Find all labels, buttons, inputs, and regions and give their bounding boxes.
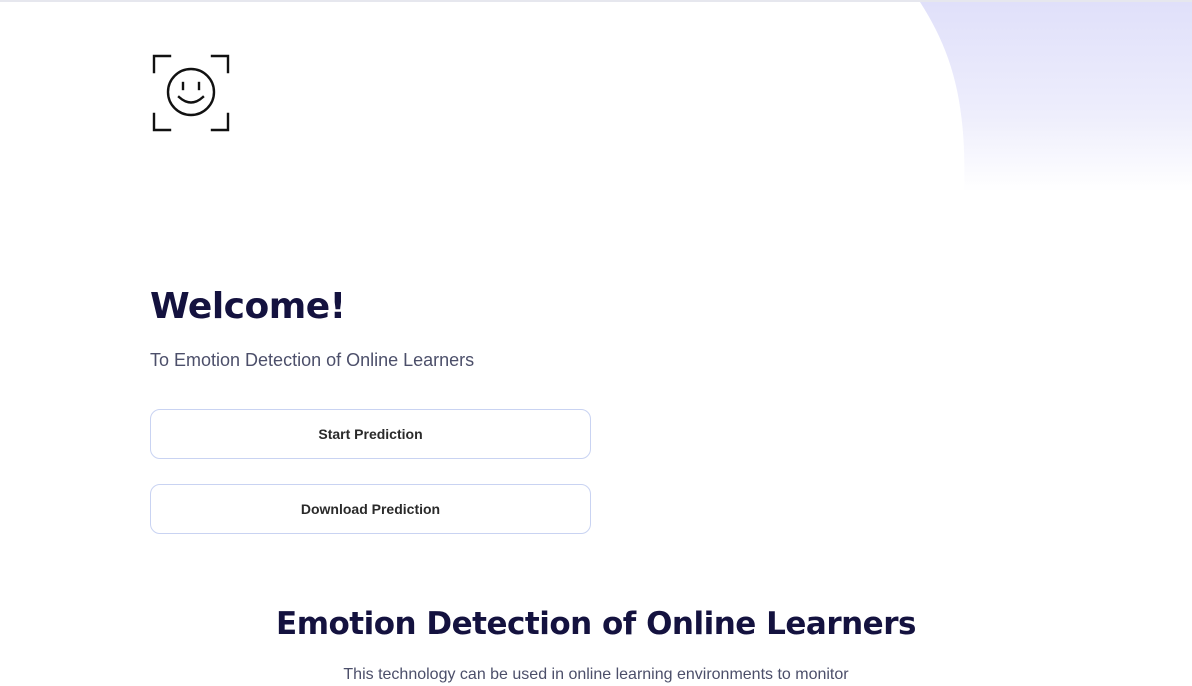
- welcome-subtitle: To Emotion Detection of Online Learners: [150, 350, 475, 370]
- section-description: This technology can be used in online le…: [343, 666, 849, 683]
- download-prediction-button[interactable]: Download Prediction: [150, 484, 591, 534]
- smiley-face-scan-icon[interactable]: [150, 52, 232, 134]
- page: Welcome! To Emotion Detection of Online …: [0, 0, 1192, 686]
- decorative-corner-shape: [912, 2, 1192, 192]
- start-prediction-button[interactable]: Start Prediction: [150, 409, 591, 459]
- welcome-title: Welcome!: [150, 286, 346, 327]
- section-title: Emotion Detection of Online Learners: [276, 606, 916, 642]
